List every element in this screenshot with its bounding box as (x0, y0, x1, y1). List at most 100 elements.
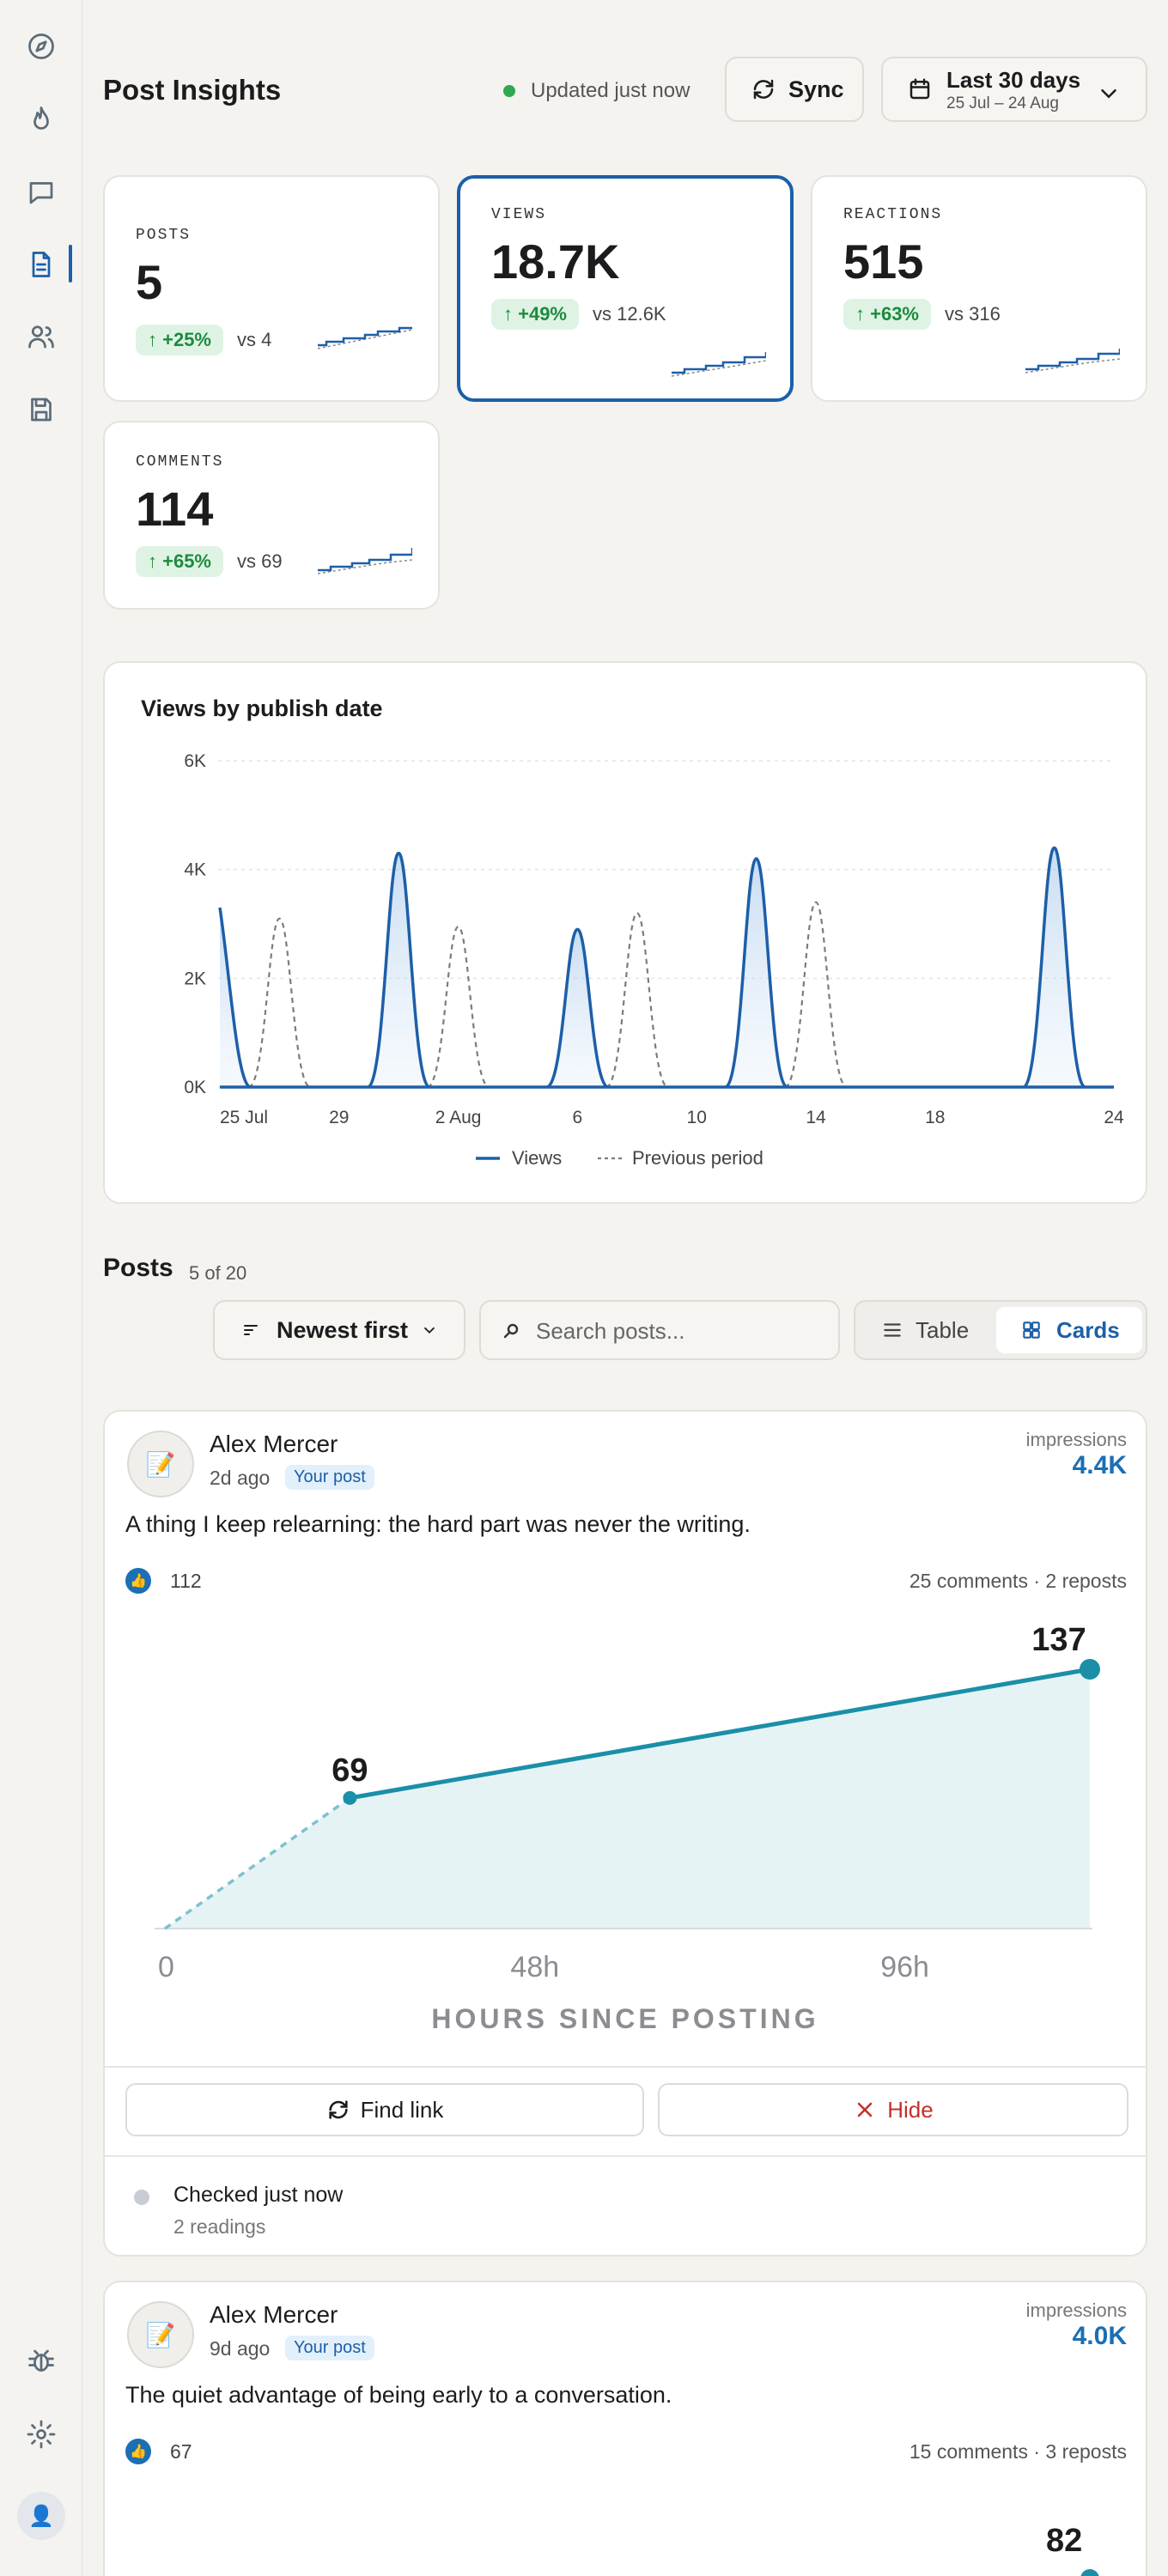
metric-card-posts[interactable]: POSTS 5 ↑ +25% vs 4 (103, 175, 440, 402)
sync-button[interactable]: Sync (725, 57, 864, 122)
y-tick-label: 6K (184, 751, 206, 771)
check-status-dot (134, 2190, 149, 2205)
metric-label: VIEWS (491, 206, 547, 223)
posts-count: 5 of 20 (189, 1262, 247, 1284)
chevron-down-icon (1101, 89, 1116, 99)
x-tick-label: 0 (158, 1951, 174, 1984)
find-link-button[interactable]: Find link (125, 2083, 644, 2136)
page-title: Post Insights (103, 74, 282, 106)
view-toggle: Table Cards (854, 1300, 1147, 1360)
divider (105, 2066, 1146, 2068)
delta-pill: ↑ +65% (136, 546, 223, 577)
post-time: 2d ago (210, 1467, 271, 1489)
x-tick-label: 14 (806, 1108, 826, 1127)
metric-card-views[interactable]: VIEWS 18.7K ↑ +49% vs 12.6K (457, 175, 794, 402)
users-icon[interactable] (22, 318, 60, 355)
sort-label: Newest first (277, 1316, 409, 1343)
author-name: Alex Mercer (210, 1431, 338, 1457)
reactions: 👍 67 (125, 2439, 192, 2464)
metric-delta: ↑ +65% vs 69 (136, 546, 283, 577)
metric-card-comments[interactable]: COMMENTS 114 ↑ +65% vs 69 (103, 421, 440, 610)
post-card: 📝 Alex Mercer 2d ago Your post impressio… (103, 1410, 1147, 2257)
post-text: A thing I keep relearning: the hard part… (125, 1511, 751, 1537)
sparkline (1025, 349, 1120, 374)
delta-compare: vs 12.6K (593, 303, 666, 325)
divider (105, 2155, 1146, 2157)
list-icon (884, 1323, 901, 1337)
y-tick-label: 4K (184, 860, 206, 880)
refresh-icon (328, 2100, 348, 2119)
chat-icon[interactable] (22, 173, 60, 211)
chart-point (1080, 2569, 1099, 2576)
metric-card-reactions[interactable]: REACTIONS 515 ↑ +63% vs 316 (811, 175, 1147, 402)
check-status: Checked just now (173, 2183, 344, 2207)
author-avatar: 📝 (127, 2301, 194, 2368)
status-dot (503, 85, 515, 97)
your-post-badge: Your post (285, 1465, 374, 1490)
metric-value: 5 (136, 255, 163, 309)
post-card: 📝 Alex Mercer 9d ago Your post impressio… (103, 2281, 1147, 2576)
chart-point (1080, 1659, 1100, 1680)
date-range-button[interactable]: Last 30 days 25 Jul – 24 Aug (881, 57, 1147, 122)
x-tick-label: 2 Aug (435, 1108, 482, 1127)
x-tick-label: 48h (510, 1951, 559, 1984)
header: Post Insights Updated just now Sync Last… (103, 57, 1147, 125)
y-tick-label: 2K (184, 969, 206, 988)
view-table-button[interactable]: Table (881, 1307, 969, 1353)
your-post-badge: Your post (285, 2336, 374, 2360)
date-range-label: Last 30 days (946, 67, 1081, 93)
save-icon[interactable] (22, 391, 60, 428)
document-icon[interactable] (22, 246, 60, 283)
author-name: Alex Mercer (210, 2301, 338, 2328)
sort-dropdown[interactable]: Newest first (213, 1300, 465, 1360)
point-label: 137 (1031, 1622, 1086, 1658)
x-tick-label: 6 (573, 1108, 583, 1127)
flame-icon[interactable] (22, 100, 60, 138)
engagement-meta: 25 comments · 2 reposts (909, 1570, 1127, 1592)
bug-icon[interactable] (22, 2342, 60, 2380)
post-time: 9d ago (210, 2337, 271, 2360)
point-label: 69 (332, 1753, 368, 1789)
hide-button[interactable]: Hide (658, 2083, 1128, 2136)
metric-value: 18.7K (491, 234, 620, 289)
chevron-down-icon (423, 1327, 435, 1334)
view-cards-button[interactable]: Cards (996, 1307, 1142, 1353)
previous-period-peak (784, 901, 848, 1089)
hide-label: Hide (887, 2096, 934, 2123)
thumbs-up-icon: 👍 (125, 1568, 151, 1594)
delta-pill: ↑ +49% (491, 299, 579, 330)
grid-icon (1023, 1321, 1040, 1339)
previous-period-peak (247, 917, 311, 1089)
updated-text: Updated just now (531, 79, 690, 102)
metric-label: POSTS (136, 227, 192, 244)
legend-label-views: Views (512, 1147, 562, 1169)
impressions-value: 4.4K (1072, 1451, 1127, 1479)
metric-label: REACTIONS (843, 206, 943, 223)
user-avatar[interactable]: 👤 (17, 2492, 65, 2540)
view-cards-label: Cards (1056, 1316, 1120, 1343)
previous-period-peak (427, 926, 490, 1089)
calendar-icon (909, 78, 930, 100)
search-input[interactable] (536, 1315, 828, 1346)
view-table-label: Table (916, 1316, 970, 1343)
sidebar: 👤 (0, 0, 82, 2576)
delta-compare: vs 316 (945, 303, 1001, 325)
sparkline (672, 352, 766, 377)
gear-icon[interactable] (22, 2415, 60, 2453)
impressions-value: 4.0K (1072, 2322, 1127, 2350)
x-tick-label: 18 (925, 1108, 945, 1127)
date-range-sub: 25 Jul – 24 Aug (946, 94, 1059, 112)
x-tick-label: 24 (1104, 1108, 1124, 1127)
impressions-growth-chart: 69 137 0 48h 96h HOURS SINCE POSTING (155, 1622, 1100, 2034)
impressions-label: impressions (1025, 2300, 1127, 2321)
search-box (479, 1300, 840, 1360)
thumbs-up-icon: 👍 (125, 2439, 151, 2464)
search-icon (503, 1323, 519, 1339)
explore-icon[interactable] (22, 27, 60, 65)
delta-pill: ↑ +25% (136, 325, 223, 355)
reactions: 👍 112 (125, 1568, 202, 1594)
peak-label: 82 (1046, 2523, 1083, 2559)
sort-icon (244, 1325, 258, 1335)
sparkline (318, 548, 412, 574)
refresh-icon (753, 79, 774, 100)
